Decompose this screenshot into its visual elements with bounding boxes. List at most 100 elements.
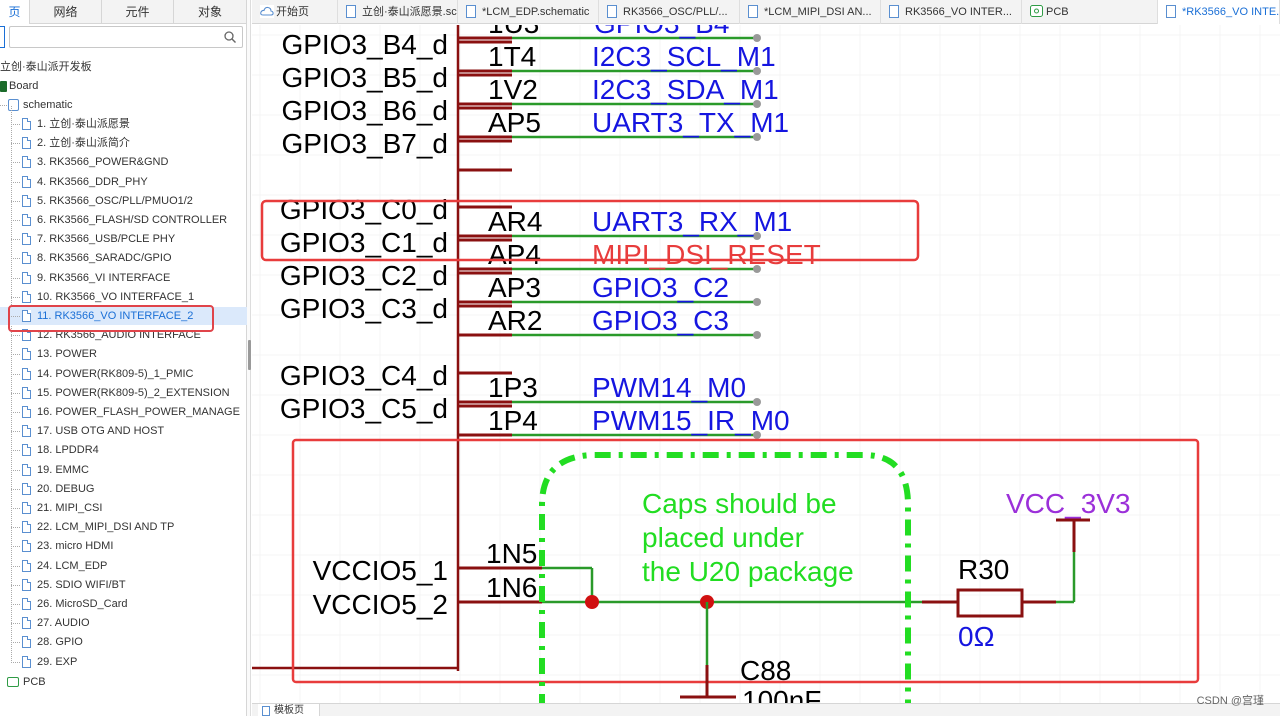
- tree-item-page[interactable]: 3. RK3566_POWER&GND: [0, 153, 247, 171]
- document-icon: [22, 482, 31, 495]
- tree-page-label: 24. LCM_EDP: [37, 559, 108, 572]
- tab-pages[interactable]: 页: [0, 0, 30, 24]
- tab-osc-pll[interactable]: RK3566_OSC/PLL/...: [599, 0, 740, 24]
- tree-page-label: 22. LCM_MIPI_DSI AND TP: [37, 521, 175, 534]
- document-icon: [22, 310, 31, 322]
- search-scope-button[interactable]: [0, 26, 5, 48]
- search-input[interactable]: [9, 26, 243, 48]
- tree-page-label: 18. LPDDR4: [37, 444, 99, 457]
- tree-item-page[interactable]: 5. RK3566_OSC/PLL/PMUO1/2: [0, 192, 247, 210]
- search-icon[interactable]: [223, 30, 237, 44]
- pin-number: 1T4: [488, 41, 536, 72]
- tree-item-page[interactable]: 26. MicroSD_Card: [0, 595, 247, 613]
- document-icon: [22, 290, 31, 303]
- tab-lcm-edp[interactable]: *LCM_EDP.schematic: [458, 0, 599, 24]
- document-icon: [22, 540, 31, 553]
- document-tabs: 开始页 立创·泰山派愿景.sch... *LCM_EDP.schematic R…: [252, 0, 1280, 24]
- tree-item-pcb[interactable]: PCB: [0, 673, 247, 691]
- tree-item-board[interactable]: Board: [0, 77, 247, 95]
- net-label: GPIO3_C3: [592, 305, 729, 336]
- document-icon: [1166, 5, 1176, 18]
- tree-page-label: 2. 立创·泰山派简介: [37, 137, 130, 150]
- tab-components[interactable]: 元件: [102, 0, 174, 24]
- tab-nets[interactable]: 网络: [30, 0, 102, 24]
- tree-page-label: 26. MicroSD_Card: [37, 598, 128, 610]
- pin-number: AR2: [488, 305, 542, 336]
- tab-template-page[interactable]: 模板页: [258, 704, 320, 716]
- tree-item-page[interactable]: 27. AUDIO: [0, 614, 247, 632]
- schematic-canvas[interactable]: 1U3 GPIO3_B4 GPIO3_B4_dGPIO3_B5_dGPIO3_B6_…: [252, 25, 1280, 703]
- left-panel-tabs: 页 网络 元件 对象: [0, 0, 247, 24]
- tree-page-label: 20. DEBUG: [37, 482, 95, 495]
- document-icon: [22, 502, 31, 514]
- tree-item-page[interactable]: 9. RK3566_VI INTERFACE: [0, 269, 247, 287]
- tree-page-label: 4. RK3566_DDR_PHY: [37, 175, 148, 188]
- tree-item-page[interactable]: 28. GPIO: [0, 633, 247, 651]
- tree-item-page[interactable]: 4. RK3566_DDR_PHY: [0, 173, 247, 191]
- tree-item-page[interactable]: 22. LCM_MIPI_DSI AND TP: [0, 518, 247, 536]
- tree-item-page[interactable]: 25. SDIO WIFI/BT: [0, 576, 247, 594]
- tab-label: *LCM_EDP.schematic: [482, 6, 590, 18]
- tree-item-page[interactable]: 12. RK3566_AUDIO INTERFACE: [0, 326, 247, 344]
- net-label: PWM15_IR_M0: [592, 405, 790, 436]
- tab-label: PCB: [1046, 6, 1069, 18]
- tree-page-label: 25. SDIO WIFI/BT: [37, 578, 126, 591]
- tree-item-page[interactable]: 13. POWER: [0, 345, 247, 363]
- tree-item-page[interactable]: 24. LCM_EDP: [0, 557, 247, 575]
- tree-item-page[interactable]: 2. 立创·泰山派简介: [0, 134, 247, 152]
- net-label: I2C3_SDA_M1: [592, 74, 779, 105]
- tree-pcb-label: PCB: [23, 676, 46, 688]
- tree-item-page[interactable]: 7. RK3566_USB/PCLE PHY: [0, 230, 247, 248]
- tree-page-label: 1. 立创·泰山派愿景: [37, 118, 130, 130]
- tree-page-label: 5. RK3566_OSC/PLL/PMUO1/2: [37, 194, 193, 207]
- tree-item-page[interactable]: 23. micro HDMI: [0, 537, 247, 555]
- tree-item-page[interactable]: 6. RK3566_FLASH/SD CONTROLLER: [0, 211, 247, 229]
- port-label: GPIO3_C2_d: [280, 260, 448, 291]
- junction-dot: [585, 595, 599, 609]
- net-label: UART3_TX_M1: [592, 107, 789, 138]
- tree-item-project[interactable]: 立创·泰山派开发板: [0, 58, 247, 76]
- tree-item-page[interactable]: 29. EXP: [0, 653, 247, 671]
- tree-page-label: 15. POWER(RK809-5)_2_EXTENSION: [37, 386, 230, 399]
- tab-vo-interface-2-active[interactable]: *RK3566_VO INTE...: [1158, 0, 1280, 24]
- tree-item-page[interactable]: 8. RK3566_SARADC/GPIO: [0, 249, 247, 267]
- tree-item-page[interactable]: 17. USB OTG AND HOST: [0, 422, 247, 440]
- left-panel: 页 网络 元件 对象 立创·泰山派开发板 Board schematic 1. 立创·…: [0, 0, 247, 716]
- tab-lcm-mipi-dsi[interactable]: *LCM_MIPI_DSI AN...: [740, 0, 881, 24]
- port-label: GPIO3_B6_d: [281, 95, 448, 126]
- tree-item-page[interactable]: 10. RK3566_VO INTERFACE_1: [0, 288, 247, 306]
- splitter-handle[interactable]: [248, 340, 251, 370]
- document-icon: [22, 271, 31, 284]
- tree-item-page[interactable]: 1. 立创·泰山派愿景: [0, 115, 247, 133]
- tab-pcb[interactable]: PCB: [1022, 0, 1158, 24]
- document-icon: [22, 156, 31, 169]
- tab-label: 模板页: [274, 705, 304, 716]
- net-label: GPIO3_B4: [594, 25, 729, 39]
- tree-item-page[interactable]: 18. LPDDR4: [0, 441, 247, 459]
- tree-item-page[interactable]: 11. RK3566_VO INTERFACE_2: [0, 307, 247, 325]
- port-label: GPIO3_B7_d: [281, 128, 448, 159]
- document-icon: [889, 5, 899, 18]
- tree-page-label: 29. EXP: [37, 655, 78, 668]
- port-label: GPIO3_C5_d: [280, 393, 448, 424]
- schematic-icon: [8, 99, 19, 111]
- tree-page-label: 21. MIPI_CSI: [37, 502, 103, 514]
- tab-vision-page[interactable]: 立创·泰山派愿景.sch...: [338, 0, 458, 24]
- note-text: Caps should be: [642, 488, 837, 519]
- tab-objects[interactable]: 对象: [174, 0, 247, 24]
- port-label: VCCIO5_2: [313, 589, 448, 620]
- tab-start-page[interactable]: 开始页: [252, 0, 338, 24]
- tree-page-label: 12. RK3566_AUDIO INTERFACE: [37, 329, 201, 342]
- tree-item-page[interactable]: 19. EMMC: [0, 461, 247, 479]
- tree-item-page[interactable]: 16. POWER_FLASH_POWER_MANAGE: [0, 403, 247, 421]
- tree-item-page[interactable]: 20. DEBUG: [0, 480, 247, 498]
- tree-item-page[interactable]: 21. MIPI_CSI: [0, 499, 247, 517]
- document-icon: [22, 118, 31, 130]
- document-icon: [22, 175, 31, 188]
- document-icon: [22, 463, 31, 476]
- tree-item-schematic[interactable]: schematic: [0, 96, 247, 114]
- port-label: GPIO3_C3_d: [280, 293, 448, 324]
- tab-vo-interface[interactable]: RK3566_VO INTER...: [881, 0, 1022, 24]
- tree-item-page[interactable]: 14. POWER(RK809-5)_1_PMIC: [0, 365, 247, 383]
- tree-item-page[interactable]: 15. POWER(RK809-5)_2_EXTENSION: [0, 384, 247, 402]
